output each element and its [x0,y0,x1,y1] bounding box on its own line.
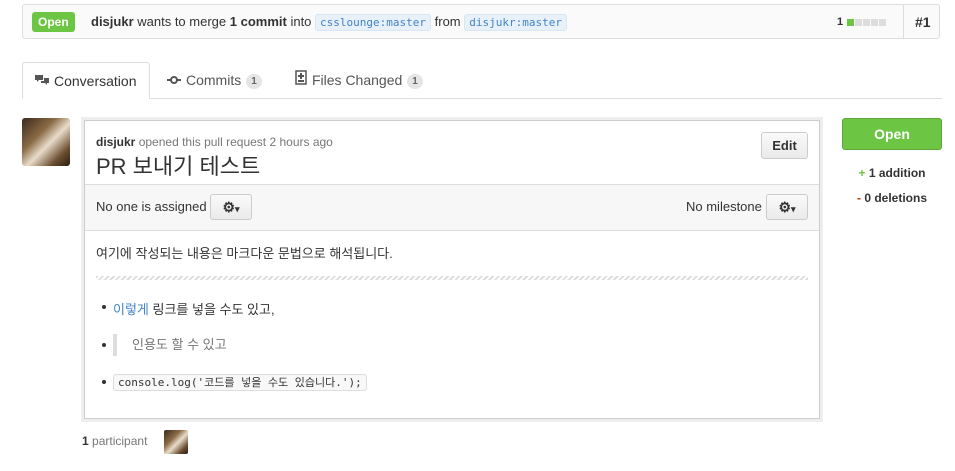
participant-count: 1 [82,434,89,448]
discussion-meta: disjukr opened this pull request 2 hours… [96,135,333,149]
gear-icon: ⚙ [222,199,236,215]
chevron-down-icon: ▾ [235,204,240,214]
comment-discussion-icon [35,63,49,99]
milestone-settings-button[interactable]: ⚙▾ [766,194,808,220]
state-badge: Open [32,12,75,32]
bullet [102,380,106,384]
tab-files-changed[interactable]: Files Changed 1 [295,62,423,98]
merge-text-c: from [434,14,461,29]
deletions-text: 0 deletions [864,191,928,205]
divider [96,276,808,280]
body-link[interactable]: 이렇게 [113,302,149,317]
commit-count: 1 commit [229,14,287,29]
participant-label: participant [92,434,148,448]
tab-label: Conversation [54,73,137,89]
page-title: PR 보내기 테스트 [96,154,261,179]
tab-count: 1 [407,73,423,89]
additions-sign: + [858,166,866,180]
gear-icon: ⚙ [778,199,792,215]
tab-label: Commits [186,72,242,88]
author-link[interactable]: disjukr [96,135,135,149]
diffstat[interactable]: 1 [837,16,887,28]
blockquote: 인용도 할 수 있고 [113,334,227,356]
meta-text: opened this pull request 2 hours ago [138,135,333,149]
merge-text-a: wants to merge [137,14,227,29]
tab-label: Files Changed [312,72,403,88]
chevron-down-icon: ▾ [791,204,796,214]
merge-summary: disjukr wants to merge 1 commit into css… [91,14,567,31]
commit-icon [167,62,181,98]
state-button[interactable]: Open [842,118,942,150]
merge-text-b: into [290,14,312,29]
diffstat-neutral-block [879,18,887,26]
discussion-box: disjukr opened this pull request 2 hours… [84,120,820,419]
participant-avatar[interactable] [164,430,188,454]
list-item: 인용도 할 수 있고 [102,334,227,356]
diffstat-neutral-block [863,18,871,26]
divider [903,5,904,38]
tab-commits[interactable]: Commits 1 [167,62,262,98]
list-item: 이렇게 링크를 넣을 수도 있고, [102,299,275,318]
deletions-summary: - 0 deletions [842,191,942,205]
assignee-settings-button[interactable]: ⚙▾ [210,194,252,220]
diffstat-count: 1 [837,16,844,28]
edit-button[interactable]: Edit [761,132,808,159]
discussion-header: disjukr opened this pull request 2 hours… [85,121,819,185]
additions-text: 1 addition [868,166,926,180]
deletions-sign: - [856,191,861,205]
assignment-row: No one is assigned ⚙▾ No milestone ⚙▾ [85,185,819,231]
base-branch[interactable]: csslounge:master [315,14,432,31]
diff-icon [295,62,307,98]
bullet [102,305,106,309]
additions-summary: + 1 addition [842,166,942,180]
author-link[interactable]: disjukr [91,14,134,29]
head-branch[interactable]: disjukr:master [464,14,567,31]
inline-code: console.log('코드를 넣을 수도 있습니다.'); [113,374,367,391]
participants-summary: 1 participant [82,434,147,448]
avatar[interactable] [22,118,70,166]
pr-header-bar: Open disjukr wants to merge 1 commit int… [22,4,940,39]
pr-tabs: Conversation Commits 1 Files Changed 1 [22,62,942,99]
list-item: console.log('코드를 넣을 수도 있습니다.'); [102,374,367,391]
bullet [102,343,106,347]
assignee-text: No one is assigned [96,199,207,214]
tab-conversation[interactable]: Conversation [22,62,150,99]
pr-number: #1 [915,14,931,30]
diffstat-neutral-block [871,18,879,26]
list-text: 링크를 넣을 수도 있고, [148,302,275,317]
milestone-text: No milestone [686,199,762,214]
comment-body: 여기에 작성되는 내용은 마크다운 문법으로 해석됩니다. [96,246,393,261]
diffstat-add-block [847,18,855,26]
tab-count: 1 [246,73,262,89]
diffstat-neutral-block [855,18,863,26]
